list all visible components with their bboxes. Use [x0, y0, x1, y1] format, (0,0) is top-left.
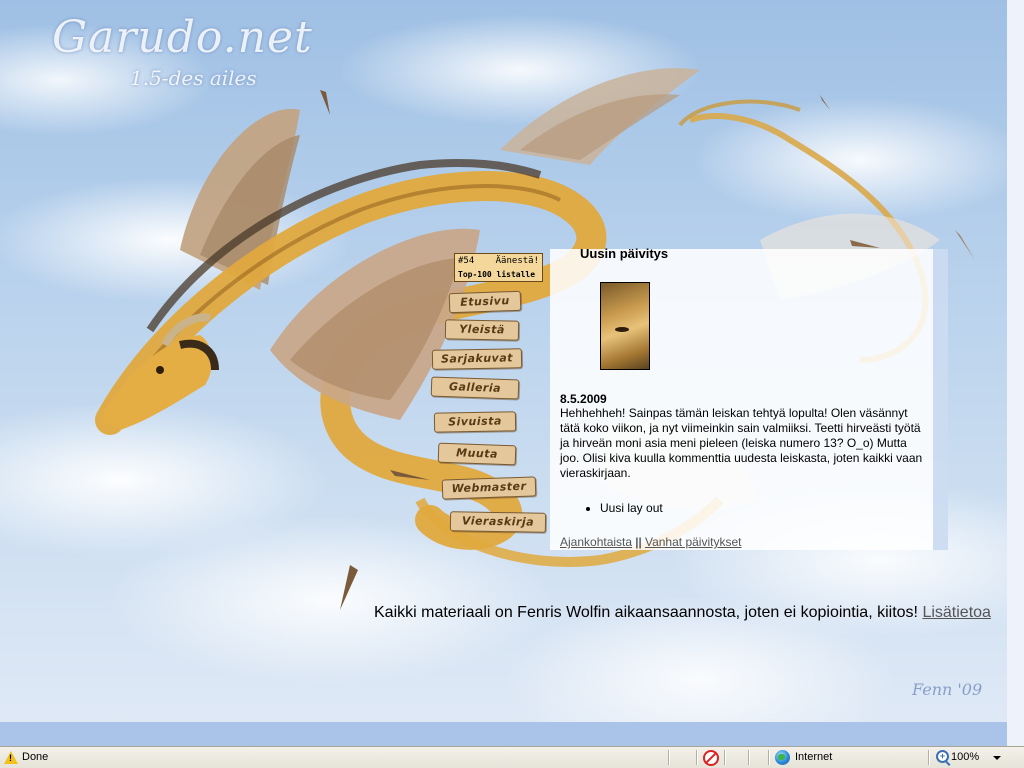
vote-rank: #54	[458, 256, 475, 266]
artist-signature: Fenn '09	[912, 680, 983, 699]
update-list: Uusi lay out	[560, 500, 663, 516]
vote-label: Äänestä!	[495, 256, 539, 266]
nav-item-sarjakuvat[interactable]: Sarjakuvat	[431, 348, 523, 370]
vote-list-label: Top-100 listalle	[458, 270, 536, 279]
update-body: Hehhehheh! Sainpas tämän leiskan tehtyä …	[560, 406, 923, 480]
status-bar: ! Done Internet + 100%	[0, 746, 1024, 768]
page-viewport: Garudo.net 1.5-des ailes Fenn '09 #54 Ää…	[0, 0, 1007, 722]
feather	[320, 90, 330, 115]
page-bottom-strip	[0, 722, 1007, 746]
list-item: Uusi lay out	[600, 500, 663, 516]
nav-item-galleria[interactable]: Galleria	[430, 376, 520, 400]
more-info-link[interactable]: Lisätietoa	[922, 604, 991, 621]
popup-blocked-icon[interactable]	[703, 750, 719, 766]
nav-item-sivuista[interactable]: Sivuista	[433, 411, 517, 433]
nav-item-etusivu[interactable]: Etusivu	[448, 290, 522, 314]
news-link[interactable]: Ajankohtaista	[560, 535, 632, 549]
nav-item-yleista[interactable]: Yleistä	[444, 319, 520, 341]
status-text: Done	[22, 751, 49, 763]
update-thumbnail[interactable]	[600, 282, 650, 370]
site-logo: Garudo.net	[52, 12, 313, 63]
nav-item-webmaster[interactable]: Webmaster	[441, 476, 537, 500]
chevron-down-icon[interactable]	[993, 756, 1001, 760]
update-date: 8.5.2009	[560, 392, 607, 406]
site-tagline: 1.5-des ailes	[130, 66, 257, 90]
copyright-text: Kaikki materiaali on Fenris Wolfin aikaa…	[374, 604, 918, 621]
content-panel-edge	[933, 249, 948, 550]
update-links: Ajankohtaista || Vanhat päivitykset	[560, 535, 741, 549]
nav-item-vieraskirja[interactable]: Vieraskirja	[449, 511, 547, 533]
old-updates-link[interactable]: Vanhat päivitykset	[645, 535, 742, 549]
globe-icon	[775, 750, 790, 765]
zone-text: Internet	[795, 751, 833, 763]
warning-icon[interactable]: !	[4, 751, 18, 764]
top100-vote-badge[interactable]: #54 Äänestä! Top-100 listalle	[454, 253, 543, 282]
update-heading: Uusin päivitys	[580, 246, 669, 261]
zoom-level[interactable]: 100%	[951, 747, 979, 768]
link-separator: ||	[635, 535, 642, 549]
copyright-note: Kaikki materiaali on Fenris Wolfin aikaa…	[374, 604, 991, 622]
zoom-icon[interactable]: +	[936, 750, 949, 763]
scrollbar-gutter[interactable]	[1007, 0, 1024, 746]
nav-item-muuta[interactable]: Muuta	[437, 442, 517, 466]
